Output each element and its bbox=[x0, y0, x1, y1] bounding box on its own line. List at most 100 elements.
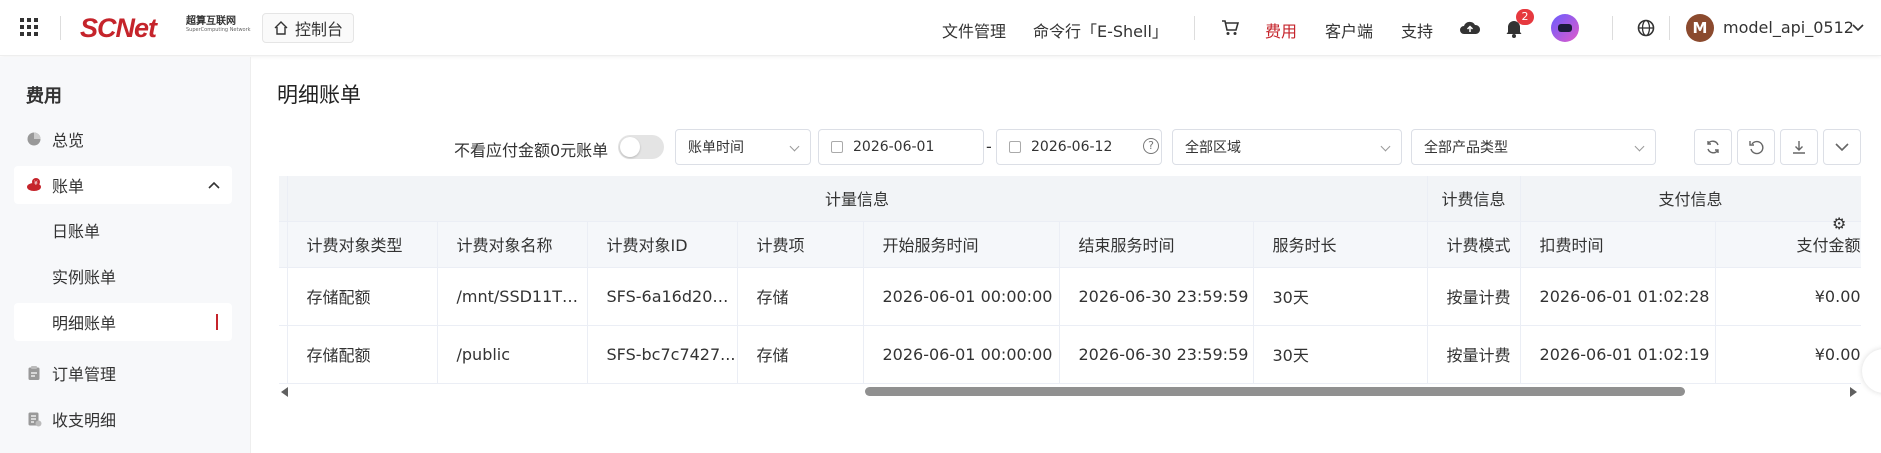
ledger-icon bbox=[28, 412, 42, 427]
nav-fees[interactable]: 费用 bbox=[1265, 18, 1297, 42]
column-header[interactable]: 扣费时间 bbox=[1520, 221, 1716, 268]
table-cell: 按量计费 bbox=[1427, 325, 1521, 384]
table-cell: 存储 bbox=[737, 267, 864, 326]
scroll-left-arrow-icon[interactable] bbox=[281, 387, 288, 397]
divider bbox=[60, 16, 61, 40]
cart-icon[interactable] bbox=[1221, 19, 1239, 36]
table-cell: 存储配额 bbox=[287, 267, 438, 326]
active-indicator bbox=[216, 314, 218, 330]
table-cell: SFS-bc7c7427... bbox=[587, 325, 738, 384]
chevron-down-icon bbox=[1835, 143, 1849, 152]
table-cell: ¥0.00 bbox=[1715, 267, 1861, 326]
sidebar-item-label: 订单管理 bbox=[52, 365, 117, 384]
bill-icon: ¥ bbox=[27, 178, 41, 191]
time-type-select[interactable]: 账单时间 bbox=[675, 129, 811, 165]
download-button[interactable] bbox=[1780, 129, 1818, 165]
console-button[interactable]: 控制台 bbox=[262, 13, 355, 43]
apps-grid-icon[interactable] bbox=[20, 18, 38, 36]
avatar[interactable]: M bbox=[1686, 14, 1714, 42]
sidebar-item-bill[interactable]: ¥ 账单 bbox=[14, 166, 232, 204]
group-payment-info: 支付信息 bbox=[1520, 176, 1861, 222]
refresh-icon bbox=[1707, 140, 1719, 154]
sidebar-item-label: 明细账单 bbox=[52, 314, 117, 333]
expand-filter-button[interactable] bbox=[1823, 129, 1861, 165]
column-header[interactable]: 服务时长 bbox=[1253, 221, 1428, 268]
table-row[interactable]: 存储配额 /public SFS-bc7c7427... 存储 2026-06-… bbox=[279, 325, 1861, 384]
chevron-down-icon[interactable] bbox=[1852, 24, 1864, 32]
table-cell: 存储 bbox=[737, 325, 864, 384]
reset-button[interactable] bbox=[1737, 129, 1775, 165]
table-cell: 30天 bbox=[1253, 325, 1428, 384]
select-value: 全部产品类型 bbox=[1424, 140, 1508, 156]
sidebar-item-label: 账单 bbox=[52, 177, 85, 196]
help-icon[interactable]: ? bbox=[1143, 138, 1159, 154]
nav-eshell[interactable]: 命令行「E-Shell」 bbox=[1033, 18, 1168, 42]
start-date-picker[interactable]: 2026-06-01 bbox=[818, 129, 984, 165]
fixed-column-edge bbox=[279, 325, 288, 384]
table-group-header: 计量信息 计费信息 支付信息 bbox=[279, 176, 1861, 222]
chevron-up-icon[interactable] bbox=[208, 181, 220, 189]
select-value: 账单时间 bbox=[688, 140, 744, 156]
clipboard-icon bbox=[28, 366, 40, 380]
table-cell: 存储配额 bbox=[287, 325, 438, 384]
fixed-column-edge bbox=[279, 267, 288, 326]
top-navbar: SCNet 超算互联网 SuperComputing Network 控制台 文… bbox=[0, 0, 1881, 56]
ai-assistant-icon[interactable] bbox=[1551, 14, 1579, 42]
nav-support[interactable]: 支持 bbox=[1401, 18, 1433, 42]
sidebar-item-orders[interactable]: 订单管理 bbox=[14, 354, 232, 392]
logo[interactable]: SCNet bbox=[80, 13, 157, 44]
table-cell: 2026-06-30 23:59:59 bbox=[1059, 325, 1254, 384]
sidebar-item-daily-bill[interactable]: 日账单 bbox=[14, 211, 232, 249]
column-header[interactable]: 计费对象类型 bbox=[287, 221, 438, 268]
sidebar-item-overview[interactable]: 总览 bbox=[14, 120, 232, 158]
nav-client[interactable]: 客户端 bbox=[1325, 18, 1373, 42]
hide-zero-bill-label: 不看应付金额0元账单 bbox=[454, 141, 609, 160]
refresh-button[interactable] bbox=[1694, 129, 1732, 165]
download-icon bbox=[1793, 141, 1805, 154]
end-date-picker[interactable]: 2026-06-12 bbox=[996, 129, 1162, 165]
cloud-upload-icon[interactable] bbox=[1459, 19, 1481, 37]
horizontal-scrollbar[interactable] bbox=[279, 384, 1861, 398]
divider bbox=[1612, 16, 1613, 40]
hide-zero-bill-toggle[interactable] bbox=[618, 135, 664, 159]
sidebar-item-detail-bill[interactable]: 明细账单 bbox=[14, 303, 232, 341]
side-float-tab[interactable] bbox=[1862, 349, 1881, 393]
table-cell: 2026-06-30 23:59:59 bbox=[1059, 267, 1254, 326]
table-cell: SFS-6a16d208... bbox=[587, 267, 738, 326]
table-cell: /mnt/SSD11T2... bbox=[437, 267, 588, 326]
bill-detail-table: 计量信息 计费信息 支付信息 计费对象类型 计费对象名称 计费对象ID 计费项 … bbox=[279, 176, 1861, 398]
fixed-column-edge bbox=[279, 176, 288, 222]
date-separator: - bbox=[986, 137, 992, 156]
column-header[interactable]: 结束服务时间 bbox=[1059, 221, 1254, 268]
console-label: 控制台 bbox=[295, 20, 344, 39]
sidebar-item-instance-bill[interactable]: 实例账单 bbox=[14, 257, 232, 295]
region-select[interactable]: 全部区域 bbox=[1172, 129, 1402, 165]
sidebar-item-label: 总览 bbox=[52, 131, 85, 150]
table-cell: 2026-06-01 00:00:00 bbox=[863, 325, 1060, 384]
scrollbar-thumb[interactable] bbox=[865, 387, 1685, 396]
column-header[interactable]: 开始服务时间 bbox=[863, 221, 1060, 268]
divider bbox=[1669, 16, 1670, 40]
nav-file-management[interactable]: 文件管理 bbox=[942, 18, 1006, 42]
table-row[interactable]: 存储配额 /mnt/SSD11T2... SFS-6a16d208... 存储 … bbox=[279, 267, 1861, 326]
logo-subtitle: 超算互联网 SuperComputing Network bbox=[186, 16, 251, 33]
calendar-icon bbox=[831, 141, 843, 153]
column-header[interactable]: 计费对象ID bbox=[587, 221, 738, 268]
table-cell: 2026-06-01 00:00:00 bbox=[863, 267, 1060, 326]
column-header[interactable]: 计费对象名称 bbox=[437, 221, 588, 268]
group-billing-info: 计费信息 bbox=[1427, 176, 1521, 222]
scroll-right-arrow-icon[interactable] bbox=[1850, 387, 1857, 397]
sidebar-title: 费用 bbox=[26, 86, 62, 107]
group-metering-info: 计量信息 bbox=[287, 176, 1428, 222]
sidebar-item-label: 日账单 bbox=[52, 222, 101, 241]
table-cell: 按量计费 bbox=[1427, 267, 1521, 326]
chevron-down-icon bbox=[789, 141, 800, 152]
column-settings-gear-icon[interactable]: ⚙ bbox=[1832, 214, 1846, 233]
column-header[interactable]: 计费模式 bbox=[1427, 221, 1521, 268]
globe-icon[interactable] bbox=[1637, 19, 1655, 37]
sidebar-item-transactions[interactable]: 收支明细 bbox=[14, 400, 232, 438]
start-date-value: 2026-06-01 bbox=[853, 139, 935, 155]
product-type-select[interactable]: 全部产品类型 bbox=[1411, 129, 1656, 165]
column-header[interactable]: 计费项 bbox=[737, 221, 864, 268]
username[interactable]: model_api_0512 bbox=[1723, 18, 1854, 37]
